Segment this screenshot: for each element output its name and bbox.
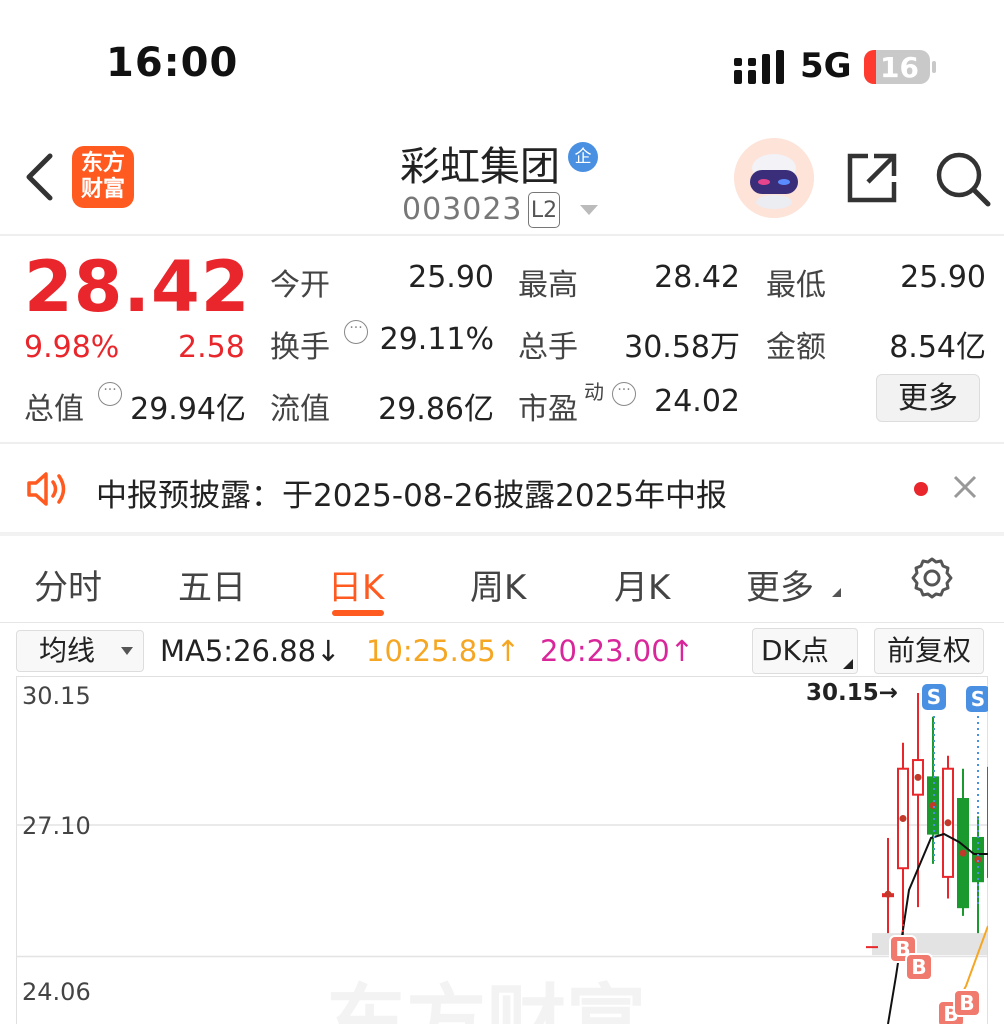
ma5-value: MA5:26.88↓ [160,634,341,668]
open-label: 今开 [270,268,330,303]
amount-label: 金额 [766,330,826,365]
pe-superscript: 动 [584,380,604,404]
enterprise-badge: 企 [568,142,598,172]
sell-signal-label: S [971,687,985,711]
tab-intraday[interactable]: 分时 [34,560,102,609]
battery-level: 16 [880,51,919,84]
mktcap-value: 29.94亿 [130,392,246,427]
indicator-select-label: 均线 [39,634,96,667]
close-icon[interactable] [950,470,980,504]
volume-value: 30.58万 [624,330,740,365]
buy-signal-label: B [959,991,974,1015]
stock-code: 003023 [402,192,523,227]
tab-five-day[interactable]: 五日 [178,560,246,609]
change-percent: 9.98% [24,330,120,365]
speaker-icon [27,472,66,506]
info-icon[interactable]: ··· [612,382,636,406]
more-quote-button[interactable]: 更多 [876,374,980,422]
chevron-down-icon[interactable] [580,205,598,215]
header-divider [0,234,1004,236]
status-time: 16:00 [106,40,239,86]
network-label: 5G [800,46,852,86]
turnover-label: 换手 [270,330,330,365]
candle-dot [899,814,907,822]
tabs-divider [0,622,1004,623]
stock-name: 彩虹集团 [400,144,560,190]
battery-icon: 16 [864,50,936,84]
low-label: 最低 [766,268,826,303]
last-price: 28.42 [24,246,251,328]
y-tick-label: 30.15 [22,682,91,710]
candle-dot [944,819,952,827]
y-tick-label: 24.06 [22,978,91,1006]
float-label: 流值 [270,392,330,427]
pe-value: 24.02 [654,384,740,419]
ma10-value: 10:25.85↑ [366,634,520,668]
tab-weekly-k[interactable]: 周K [470,560,526,609]
high-value: 28.42 [654,260,740,295]
indicator-select[interactable]: 均线 [16,630,144,672]
tab-daily-k[interactable]: 日K [328,560,384,609]
sell-signal-label: S [927,685,941,709]
tab-more-corner-icon [832,588,841,597]
watermark-text: 东方财富 [326,976,646,1024]
search-icon[interactable] [934,150,992,208]
unread-dot [914,482,928,496]
share-icon[interactable] [844,150,900,206]
high-marker: 30.15→ [806,680,899,706]
back-icon[interactable] [24,152,54,202]
info-icon[interactable]: ··· [98,382,122,406]
chart-frame [16,676,988,1024]
candle-dot [974,856,982,864]
dk-point-button[interactable]: DK点 [752,628,858,674]
mktcap-label: 总值 [24,392,84,427]
quote-divider [0,442,1004,444]
info-icon[interactable]: ··· [344,320,368,344]
candle-dot [884,890,892,898]
high-label: 最高 [518,268,578,303]
buy-signal-label: B [911,955,926,979]
candlestick-chart[interactable]: 东方财富S SBBB B [16,676,988,1024]
tab-monthly-k[interactable]: 月K [614,560,670,609]
volume-label: 总手 [518,330,578,365]
signal-icon [734,50,784,84]
notice-divider [0,532,1004,536]
logo-line-1: 东方 [80,151,125,176]
gear-icon[interactable] [910,556,954,600]
active-tab-indicator [332,610,384,616]
adjust-button[interactable]: 前复权 [874,628,984,674]
ma20-value: 20:23.00↑ [540,634,694,668]
open-value: 25.90 [408,260,494,295]
amount-value: 8.54亿 [889,330,986,365]
notice-text[interactable]: 中报预披露：于2025-08-26披露2025年中报 [96,470,727,515]
change-amount: 2.58 [178,330,245,365]
corner-triangle-icon [843,659,853,669]
app-logo[interactable]: 东方 财富 [72,146,134,208]
l2-badge[interactable]: L2 [528,192,560,228]
low-value: 25.90 [900,260,986,295]
y-tick-label: 27.10 [22,812,91,840]
chevron-down-icon [121,647,133,655]
candle-dot [959,849,967,857]
dk-point-label: DK点 [761,634,829,667]
tab-more[interactable]: 更多 [746,560,814,609]
float-value: 29.86亿 [378,392,494,427]
candle-dot [914,773,922,781]
pe-label: 市盈 [518,392,578,427]
assistant-avatar-icon[interactable] [734,138,814,218]
turnover-value: 29.11% [379,322,494,357]
logo-line-2: 财富 [80,177,125,202]
